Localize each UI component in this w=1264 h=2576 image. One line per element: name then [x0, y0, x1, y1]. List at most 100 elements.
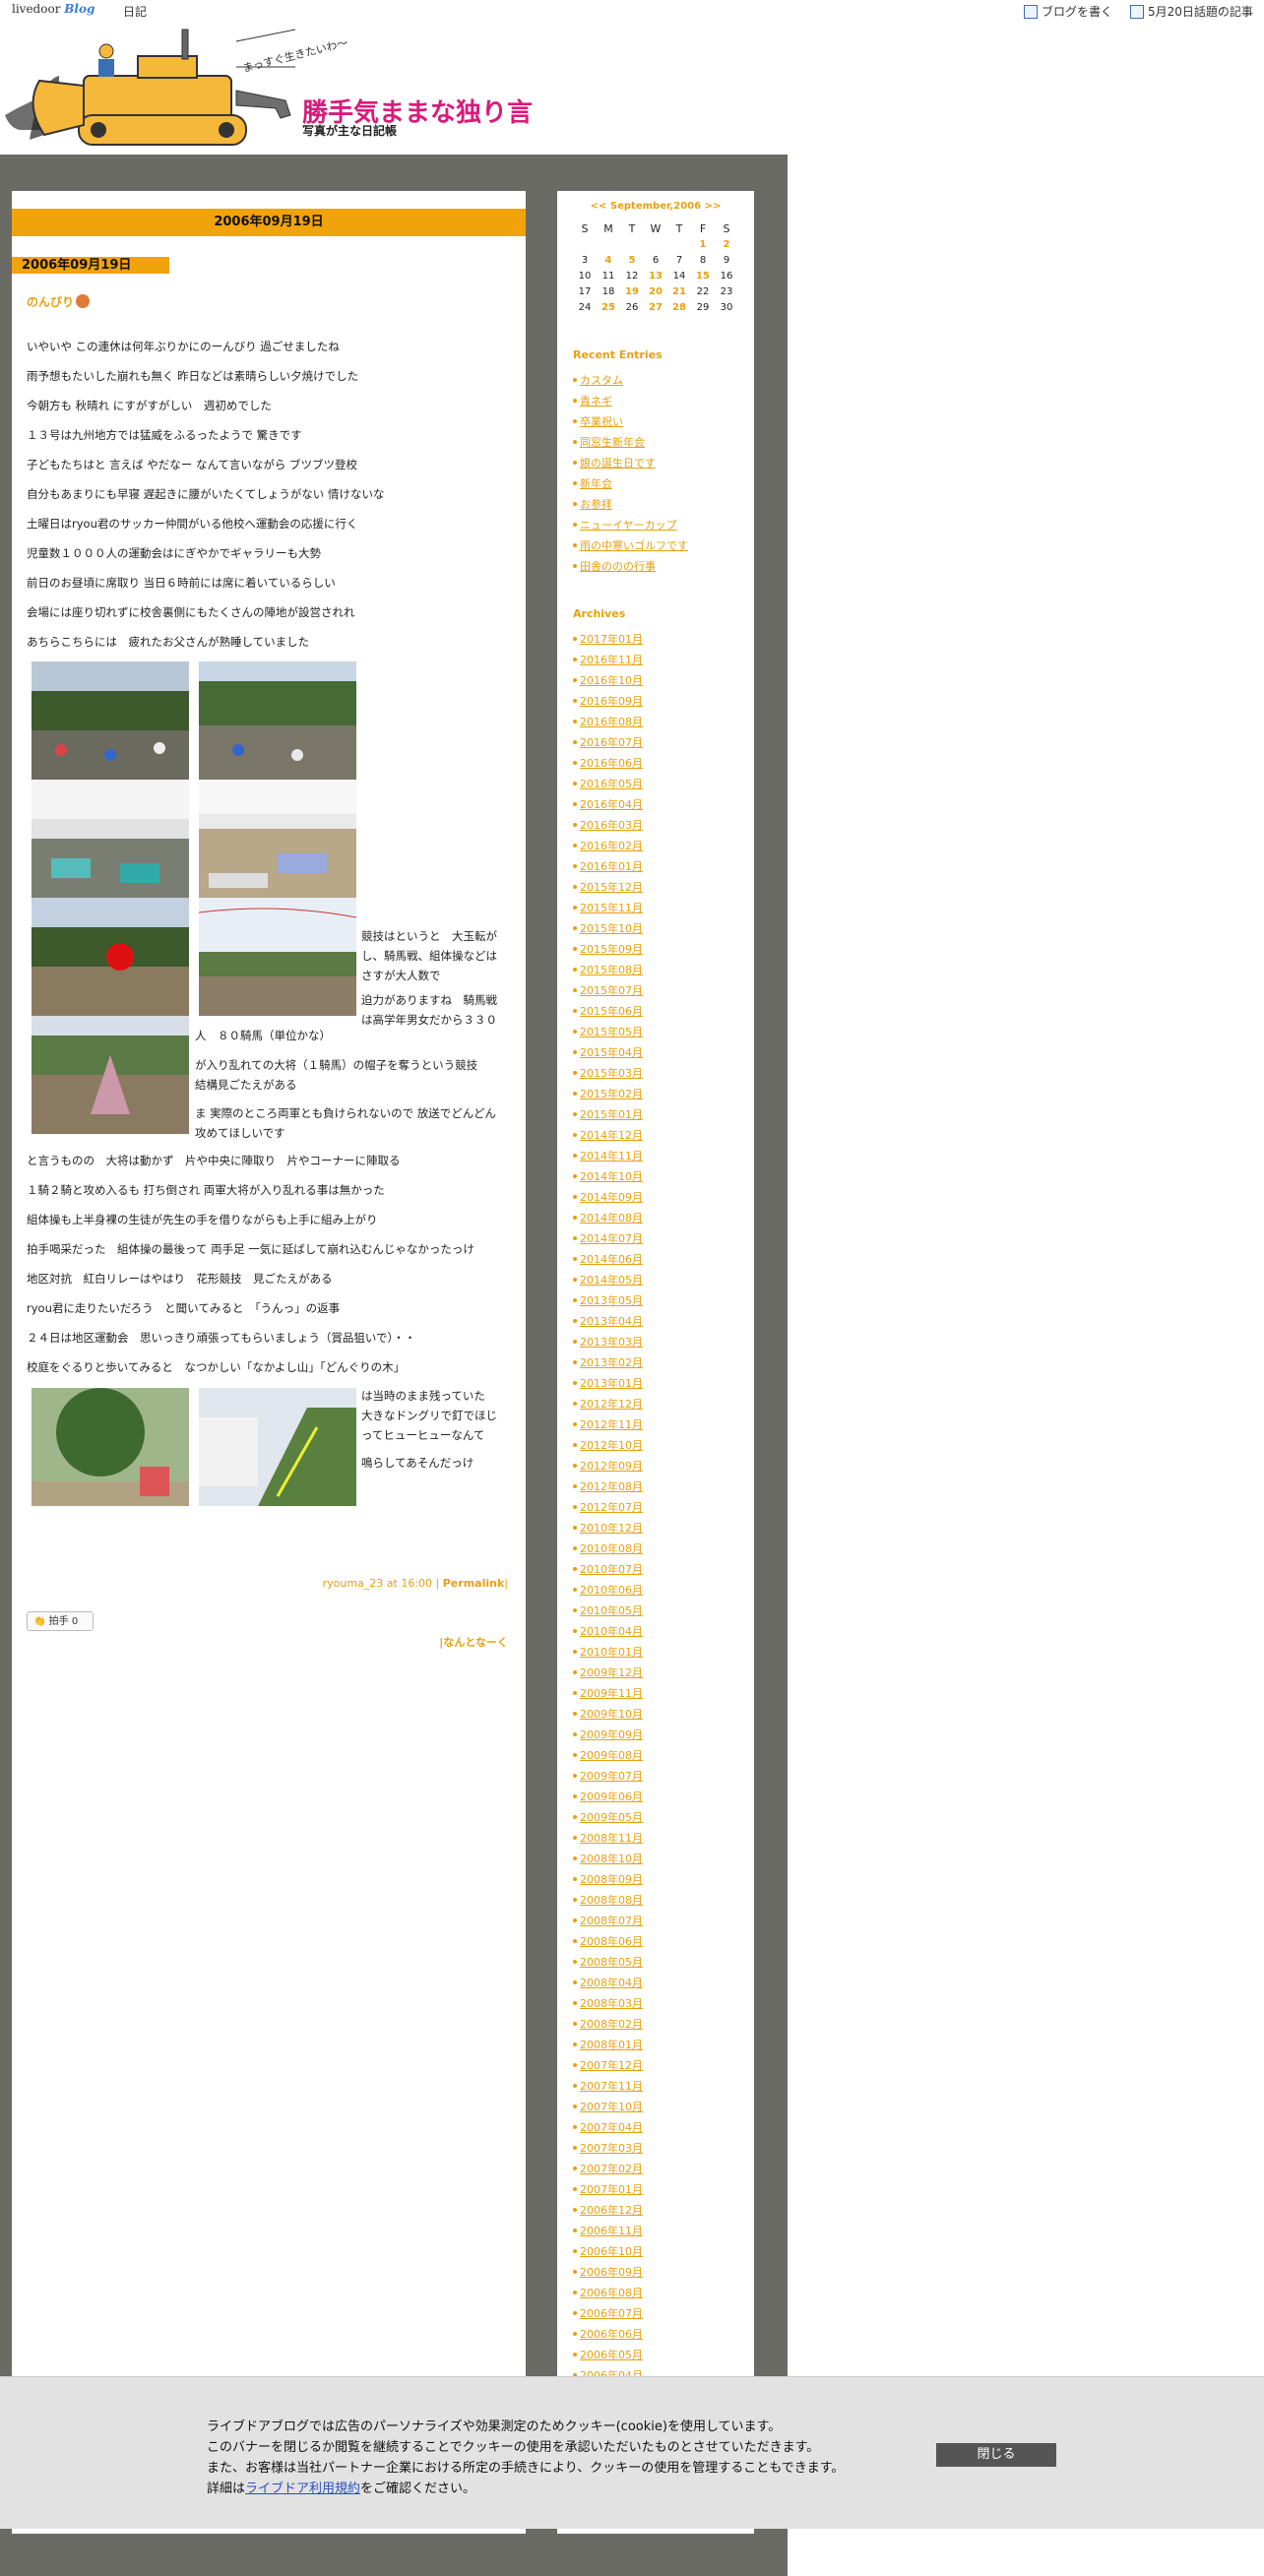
archive-link[interactable]: 2014年08月 [573, 1210, 643, 1230]
archive-link[interactable]: 2016年06月 [573, 755, 643, 776]
archive-link[interactable]: 2008年05月 [573, 1954, 643, 1975]
recent-entry-link[interactable]: 新年会 [573, 475, 688, 496]
archive-link[interactable]: 2008年04月 [573, 1975, 643, 1995]
recent-entry-link[interactable]: 娘の誕生日です [573, 455, 688, 475]
archive-link[interactable]: 2009年10月 [573, 1706, 643, 1727]
calendar-day-link[interactable]: 5 [620, 252, 644, 268]
archive-link[interactable]: 2010年08月 [573, 1540, 643, 1561]
archive-link[interactable]: 2013年04月 [573, 1313, 643, 1334]
archive-link[interactable]: 2006年12月 [573, 2202, 643, 2223]
archive-link[interactable]: 2010年05月 [573, 1602, 643, 1623]
archive-link[interactable]: 2012年07月 [573, 1499, 643, 1520]
photo-hill[interactable] [199, 1388, 356, 1506]
archive-link[interactable]: 2012年10月 [573, 1437, 643, 1458]
next-entry-link[interactable]: |なんとなーく [439, 1634, 508, 1650]
recent-entry-link[interactable]: お参拝 [573, 496, 688, 517]
calendar-day-link[interactable]: 21 [667, 283, 691, 299]
write-blog-link[interactable]: ブログを書く [1024, 3, 1112, 20]
archive-link[interactable]: 2010年01月 [573, 1644, 643, 1665]
archive-link[interactable]: 2012年12月 [573, 1396, 643, 1416]
archive-link[interactable]: 2006年10月 [573, 2243, 643, 2264]
recent-entry-link[interactable]: カスタム [573, 372, 688, 393]
photo-balls[interactable] [32, 898, 189, 1016]
calendar-day-link[interactable]: 20 [644, 283, 667, 299]
clap-button[interactable]: 👏 拍手 0 [27, 1611, 94, 1631]
archive-link[interactable]: 2010年07月 [573, 1561, 643, 1582]
archive-link[interactable]: 2015年06月 [573, 1003, 643, 1024]
archive-link[interactable]: 2016年01月 [573, 858, 643, 879]
calendar-day-link[interactable]: 4 [597, 252, 620, 268]
archive-link[interactable]: 2006年11月 [573, 2223, 643, 2243]
archive-link[interactable]: 2008年08月 [573, 1892, 643, 1913]
archive-link[interactable]: 2006年05月 [573, 2347, 643, 2367]
archive-link[interactable]: 2016年03月 [573, 817, 643, 838]
recent-entry-link[interactable]: 同窓生新年会 [573, 434, 688, 455]
archive-link[interactable]: 2015年03月 [573, 1065, 643, 1086]
archive-link[interactable]: 2007年03月 [573, 2140, 643, 2161]
archive-link[interactable]: 2014年10月 [573, 1168, 643, 1189]
archive-link[interactable]: 2013年05月 [573, 1292, 643, 1313]
entry-title[interactable]: のんびり [27, 293, 91, 310]
archive-link[interactable]: 2013年03月 [573, 1334, 643, 1354]
photo-tree[interactable] [32, 1388, 189, 1506]
photo-picnic-2[interactable] [199, 780, 356, 898]
archive-link[interactable]: 2015年09月 [573, 941, 643, 962]
recent-entry-link[interactable]: ニューイヤーカップ [573, 517, 688, 537]
archive-link[interactable]: 2007年12月 [573, 2057, 643, 2078]
archive-link[interactable]: 2016年08月 [573, 714, 643, 734]
archive-link[interactable]: 2006年06月 [573, 2326, 643, 2347]
archive-link[interactable]: 2017年01月 [573, 631, 643, 652]
archive-link[interactable]: 2012年11月 [573, 1416, 643, 1437]
archive-link[interactable]: 2009年12月 [573, 1665, 643, 1685]
archive-link[interactable]: 2014年05月 [573, 1272, 643, 1292]
archive-link[interactable]: 2014年06月 [573, 1251, 643, 1272]
livedoor-blog-logo[interactable]: livedoor Blog [12, 2, 95, 16]
archive-link[interactable]: 2016年09月 [573, 693, 643, 714]
archive-link[interactable]: 2012年08月 [573, 1478, 643, 1499]
calendar-day-link[interactable]: 19 [620, 283, 644, 299]
entry-author[interactable]: ryouma_23 [323, 1577, 384, 1590]
archive-link[interactable]: 2015年07月 [573, 982, 643, 1003]
archive-link[interactable]: 2007年11月 [573, 2078, 643, 2099]
archive-link[interactable]: 2008年10月 [573, 1851, 643, 1871]
archive-link[interactable]: 2014年09月 [573, 1189, 643, 1210]
archive-link[interactable]: 2014年11月 [573, 1148, 643, 1168]
archive-link[interactable]: 2007年04月 [573, 2119, 643, 2140]
trending-link[interactable]: 5月20日話題の記事 [1130, 3, 1253, 20]
photo-pyramid[interactable] [32, 1016, 189, 1134]
recent-entry-link[interactable]: 青ネギ [573, 393, 688, 413]
archive-link[interactable]: 2015年02月 [573, 1086, 643, 1106]
archive-link[interactable]: 2008年02月 [573, 2016, 643, 2037]
archive-link[interactable]: 2013年01月 [573, 1375, 643, 1396]
calendar-day-link[interactable]: 15 [691, 268, 715, 283]
archive-link[interactable]: 2015年10月 [573, 920, 643, 941]
archive-link[interactable]: 2008年07月 [573, 1913, 643, 1933]
archive-link[interactable]: 2008年01月 [573, 2037, 643, 2057]
archive-link[interactable]: 2009年08月 [573, 1747, 643, 1768]
archive-link[interactable]: 2008年03月 [573, 1995, 643, 2016]
photo-crowd-1[interactable] [32, 661, 189, 780]
archive-link[interactable]: 2014年12月 [573, 1127, 643, 1148]
archive-link[interactable]: 2015年11月 [573, 900, 643, 920]
calendar-day-link[interactable]: 1 [691, 236, 715, 252]
archive-link[interactable]: 2007年02月 [573, 2161, 643, 2181]
archive-link[interactable]: 2015年08月 [573, 962, 643, 982]
archive-link[interactable]: 2016年02月 [573, 838, 643, 858]
archive-link[interactable]: 2016年05月 [573, 776, 643, 796]
calendar-day-link[interactable]: 25 [597, 299, 620, 315]
archive-link[interactable]: 2008年11月 [573, 1830, 643, 1851]
recent-entry-link[interactable]: 卒業祝い [573, 413, 688, 434]
calendar-day-link[interactable]: 13 [644, 268, 667, 283]
archive-link[interactable]: 2014年07月 [573, 1230, 643, 1251]
archive-link[interactable]: 2016年04月 [573, 796, 643, 817]
archive-link[interactable]: 2015年04月 [573, 1044, 643, 1065]
archive-link[interactable]: 2009年06月 [573, 1789, 643, 1809]
archive-link[interactable]: 2016年07月 [573, 734, 643, 755]
archive-link[interactable]: 2007年01月 [573, 2181, 643, 2202]
recent-entry-link[interactable]: 雨の中寒いゴルフです [573, 537, 688, 558]
diary-link[interactable]: 日記 [123, 3, 147, 20]
calendar-prev-link[interactable]: << [591, 201, 607, 212]
archive-link[interactable]: 2008年06月 [573, 1933, 643, 1954]
archive-link[interactable]: 2009年11月 [573, 1685, 643, 1706]
archive-link[interactable]: 2009年07月 [573, 1768, 643, 1789]
